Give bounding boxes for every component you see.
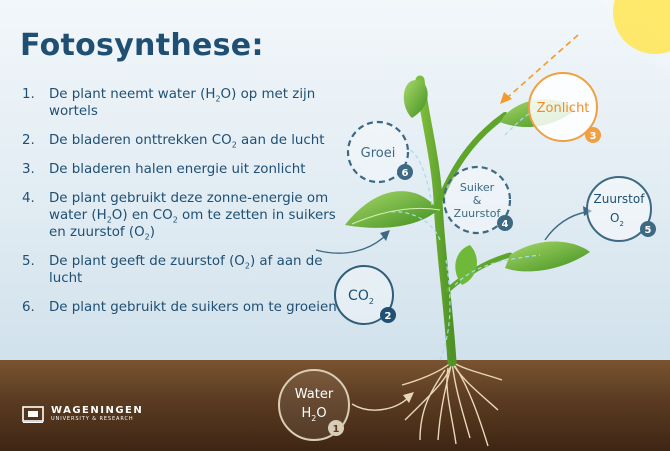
roots [401,361,503,447]
sunlight-label: Zonlicht [537,101,590,116]
oxygen-node: Zuurstof O2 5 [586,176,656,242]
logo-name: WAGENINGEN [51,405,144,416]
water-label: Water [295,387,334,402]
sugar-oxygen-badge: 4 [502,219,509,230]
wur-logo-icon [22,406,44,423]
growth-badge: 6 [402,168,409,179]
water-badge: 1 [333,424,340,435]
sugar-oxygen-node: Suiker & Zuurstof 4 [442,165,513,235]
co2-node: CO2 2 [334,265,396,325]
wageningen-logo: WAGENINGEN UNIVERSITY & RESEARCH [22,404,143,424]
oxygen-arrow [544,206,592,241]
sugar-line1: Suiker [460,181,495,194]
sugar-line2: & [473,194,482,207]
water-node: Water H2O 1 [278,369,350,441]
logo-subtitle: UNIVERSITY & RESEARCH [51,416,134,422]
photosynthesis-infographic: Fotosynthese: 1. De plant neemt water (H2… [0,0,670,451]
oxygen-label: Zuurstof [594,192,646,206]
co2-badge: 2 [385,311,392,322]
sunlight-node: Zonlicht 3 [528,72,601,143]
water-arrow [351,392,414,411]
sunlight-badge: 3 [590,131,597,142]
oxygen-badge: 5 [645,225,652,236]
process-arrows [389,107,546,361]
plant-illustration: Water H2O 1 CO2 2 Zonlicht 3 Groei 6 Sui… [278,0,670,447]
growth-label: Groei [361,146,396,161]
co2-arrow [315,230,390,254]
growth-node: Groei 6 [346,120,413,184]
sugar-line3: Zuurstof [454,207,502,220]
